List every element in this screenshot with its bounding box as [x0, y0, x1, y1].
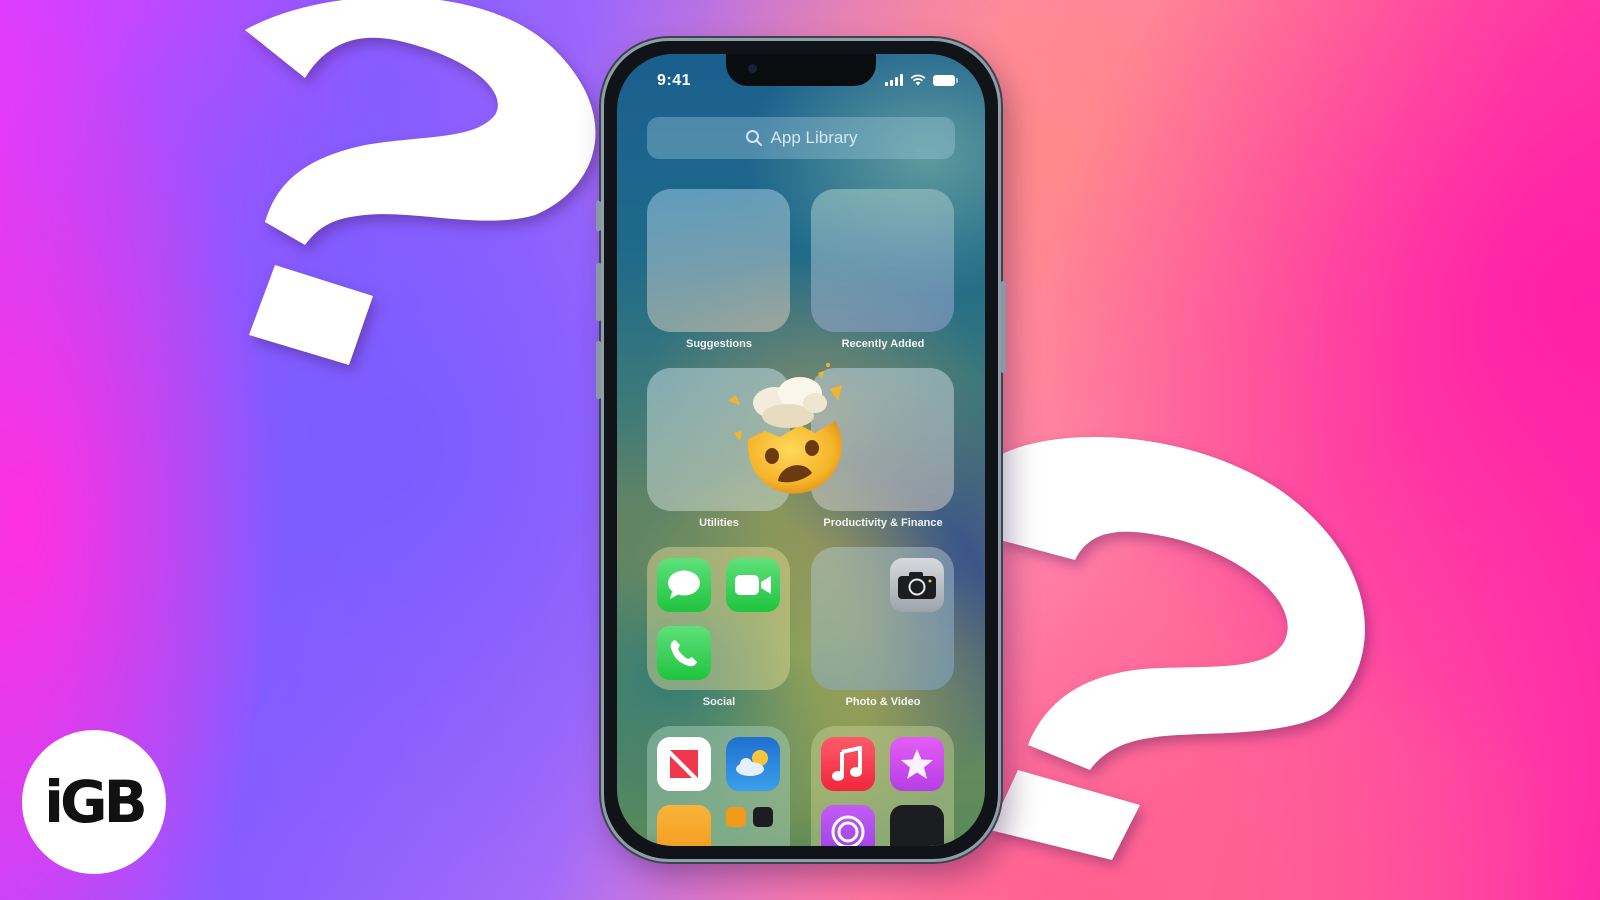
- volume-down-button: [596, 341, 601, 399]
- app-phone[interactable]: [657, 626, 711, 680]
- app-books[interactable]: [726, 807, 746, 827]
- search-placeholder: App Library: [770, 128, 858, 147]
- folder-label: Social: [702, 696, 736, 708]
- notch: [726, 54, 876, 86]
- volume-up-button: [596, 263, 601, 321]
- status-time: 9:41: [657, 72, 692, 89]
- exploding-head-emoji: [720, 361, 860, 501]
- question-mark-right: [990, 420, 1380, 860]
- front-camera: [748, 64, 757, 73]
- folder-label: Utilities: [699, 517, 739, 529]
- music-icon: [832, 746, 862, 781]
- folder-social[interactable]: [647, 547, 790, 690]
- folder-recently-added[interactable]: [811, 189, 954, 332]
- podcasts-icon: [831, 815, 865, 846]
- app-apple-tv[interactable]: [890, 805, 944, 846]
- folder-photo-video[interactable]: [811, 547, 954, 690]
- app-contacts[interactable]: [657, 805, 711, 846]
- weather-icon: [736, 750, 768, 776]
- search-icon: [745, 130, 762, 146]
- facetime-icon: [735, 575, 771, 595]
- folder-label: Suggestions: [685, 338, 752, 350]
- star-icon: [901, 749, 933, 779]
- app-facetime[interactable]: [726, 558, 780, 612]
- wifi-icon: [910, 74, 926, 86]
- folder-label: Recently Added: [841, 338, 925, 350]
- action-button: [596, 201, 601, 231]
- folder-label: Photo & Video: [845, 696, 921, 708]
- phone-icon: [670, 640, 697, 667]
- folder-entertainment[interactable]: [811, 726, 954, 846]
- app-itunes-store[interactable]: [890, 737, 944, 791]
- camera-icon: [898, 572, 936, 599]
- app-music[interactable]: [821, 737, 875, 791]
- folder-suggestions[interactable]: [647, 189, 790, 332]
- app-stocks[interactable]: [753, 807, 773, 827]
- news-icon: [670, 750, 698, 778]
- igb-logo: iGB: [22, 730, 166, 874]
- question-mark-left: [205, 0, 625, 380]
- iphone-device: 9:41 App Library Suggestions Recently Ad…: [596, 38, 1006, 862]
- app-podcasts[interactable]: [821, 805, 875, 846]
- logo-text: iGB: [44, 768, 148, 836]
- app-messages[interactable]: [657, 558, 711, 612]
- folder-label: Productivity & Finance: [823, 517, 943, 529]
- app-weather[interactable]: [726, 737, 780, 791]
- messages-icon: [668, 570, 700, 599]
- app-camera[interactable]: [890, 558, 944, 612]
- app-library-screen: 9:41 App Library Suggestions Recently Ad…: [617, 54, 985, 846]
- app-library-search[interactable]: App Library: [647, 117, 955, 159]
- battery-icon: [933, 75, 958, 86]
- folder-information-reading[interactable]: [647, 726, 790, 846]
- power-button: [1001, 281, 1006, 373]
- app-news[interactable]: [657, 737, 711, 791]
- status-icons: [885, 74, 958, 86]
- cellular-signal-icon: [885, 74, 903, 86]
